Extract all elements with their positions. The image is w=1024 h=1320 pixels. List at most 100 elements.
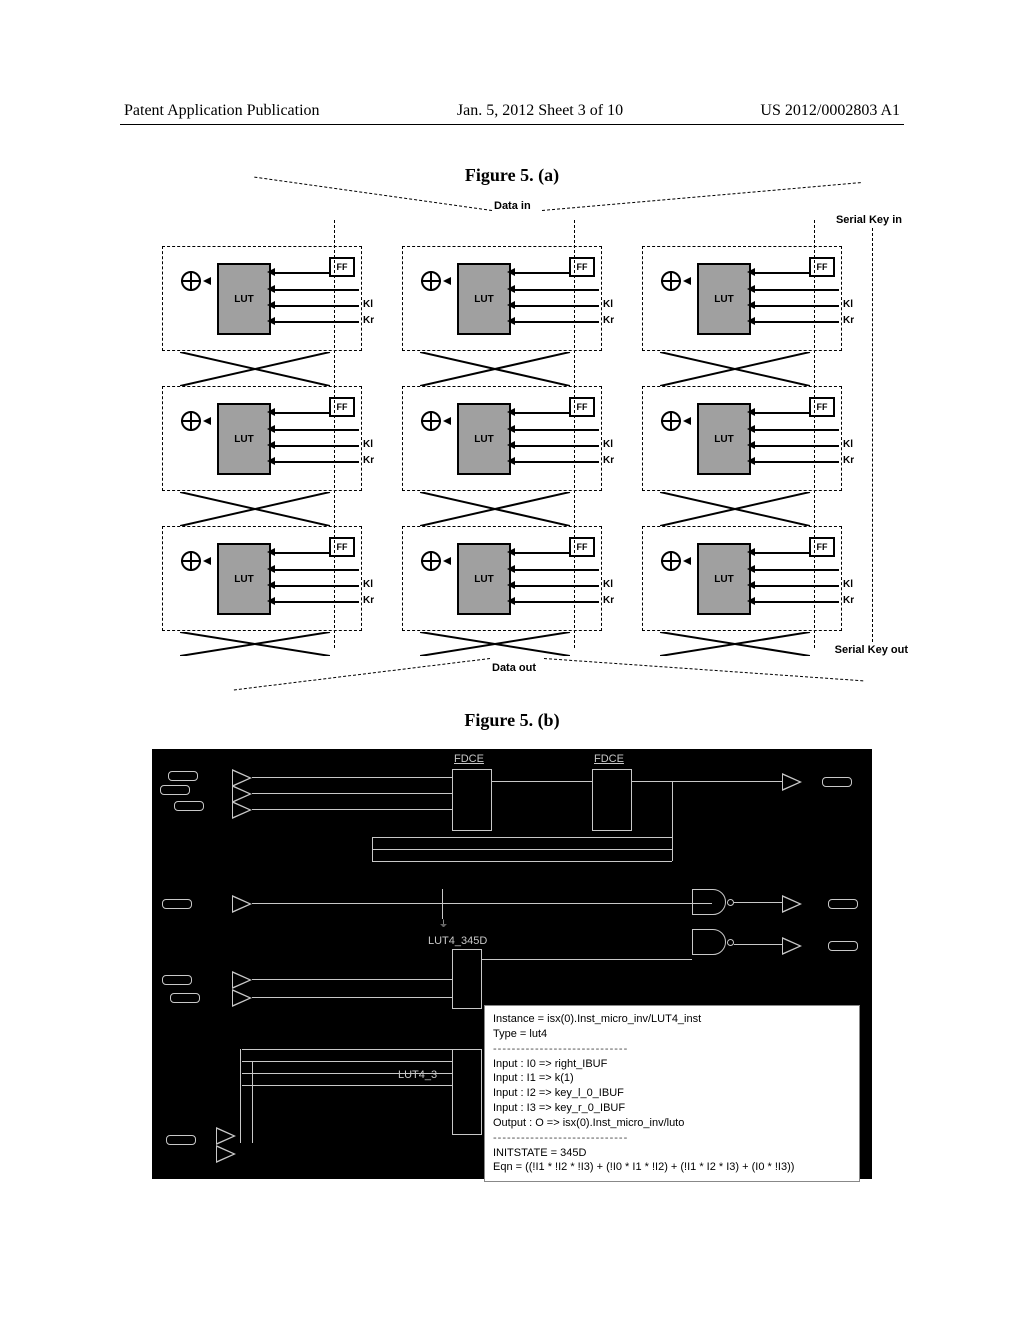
kl-label: Kl [363,579,373,590]
arrow-icon [443,557,451,565]
arrow-icon [507,457,515,465]
header-center: Jan. 5, 2012 Sheet 3 of 10 [457,102,623,120]
arrow-icon [443,277,451,285]
xor-icon [661,271,681,291]
kr-label: Kr [843,595,854,606]
ff-box: FF [809,257,835,277]
figure-5a-title: Figure 5. (a) [0,165,1024,186]
tooltip-in0: Input : I0 => right_IBUF [493,1057,851,1072]
arrow-icon [267,317,275,325]
io-pad [174,801,204,811]
arrow-icon [507,425,515,433]
figure-5b: FDCE FDCE ⏚ LUT4_345D [152,749,872,1179]
lut-box: LUT [217,263,271,335]
arrow-icon [683,417,691,425]
cell-r3c3: LUT FF Kl Kr [642,526,842,631]
cross-icon [660,352,810,386]
cross-icon [420,352,570,386]
lut4-2-label: LUT4_3 [398,1069,437,1081]
kr-label: Kr [603,315,614,326]
xor-icon [661,411,681,431]
kl-label: Kl [603,299,613,310]
lut4-2-box [452,1049,482,1135]
arrow-icon [267,597,275,605]
buffer-icon [216,1127,236,1145]
arrow-icon [507,317,515,325]
io-pad [828,899,858,909]
arrow-icon [203,417,211,425]
arrow-icon [507,285,515,293]
lut-box: LUT [697,403,751,475]
arrow-icon [747,581,755,589]
arrow-icon [747,441,755,449]
arrow-icon [267,457,275,465]
header-right: US 2012/0002803 A1 [760,102,900,120]
tooltip-separator: ----------------------------- [493,1042,851,1057]
buffer-icon [232,895,252,913]
io-pad [170,993,200,1003]
kl-label: Kl [843,299,853,310]
lut4-1-box [452,949,482,1009]
buffer-icon [782,937,802,955]
lut-box: LUT [217,543,271,615]
arrow-icon [747,408,755,416]
cross-icon [180,492,330,526]
arrow-icon [203,557,211,565]
arrow-icon [747,285,755,293]
tooltip-in3: Input : I3 => key_r_0_IBUF [493,1101,851,1116]
arrow-icon [507,597,515,605]
xor-icon [181,271,201,291]
kr-label: Kr [603,455,614,466]
tooltip-instance: Instance = isx(0).Inst_micro_inv/LUT4_in… [493,1012,851,1027]
tooltip-type: Type = lut4 [493,1027,851,1042]
kr-label: Kr [843,315,854,326]
kr-label: Kr [363,455,374,466]
arrow-icon [267,425,275,433]
lut-box: LUT [457,543,511,615]
arrow-icon [267,441,275,449]
kl-label: Kl [603,439,613,450]
arrow-icon [747,597,755,605]
serial-key-in-label: Serial Key in [836,214,902,226]
cross-icon [180,632,330,656]
kl-label: Kl [363,299,373,310]
arrow-icon [267,548,275,556]
fdce1-label: FDCE [454,753,484,765]
io-pad [822,777,852,787]
xor-icon [421,551,441,571]
ff-box: FF [809,537,835,557]
cell-r1c1: LUT FF Kl Kr [162,246,362,351]
tooltip-in1: Input : I1 => k(1) [493,1071,851,1086]
arrow-icon [747,317,755,325]
arrow-icon [507,408,515,416]
ff-box: FF [569,537,595,557]
buffer-icon [216,1145,236,1163]
data-out-label: Data out [492,662,536,674]
lut-box: LUT [697,263,751,335]
header-left: Patent Application Publication [124,102,320,120]
kl-label: Kl [843,579,853,590]
cross-icon [180,352,330,386]
io-pad [166,1135,196,1145]
arrow-icon [747,425,755,433]
page-header: Patent Application Publication Jan. 5, 2… [120,0,904,125]
lut-tooltip: Instance = isx(0).Inst_micro_inv/LUT4_in… [484,1005,860,1182]
arrow-icon [507,301,515,309]
ff-box: FF [329,537,355,557]
cell-r1c3: LUT FF Kl Kr [642,246,842,351]
lut-box: LUT [697,543,751,615]
lut-box: LUT [457,403,511,475]
arrow-icon [267,301,275,309]
cell-r2c1: LUT FF Kl Kr [162,386,362,491]
kl-label: Kl [843,439,853,450]
arrow-icon [747,548,755,556]
buffer-icon [232,971,252,989]
cell-r3c2: LUT FF Kl Kr [402,526,602,631]
cell-r2c3: LUT FF Kl Kr [642,386,842,491]
buffer-icon [782,773,802,791]
cross-icon [660,492,810,526]
io-pad [168,771,198,781]
kl-label: Kl [603,579,613,590]
figure-5a: Data in Serial Key in Data out Serial Ke… [132,206,892,686]
arrow-icon [267,268,275,276]
